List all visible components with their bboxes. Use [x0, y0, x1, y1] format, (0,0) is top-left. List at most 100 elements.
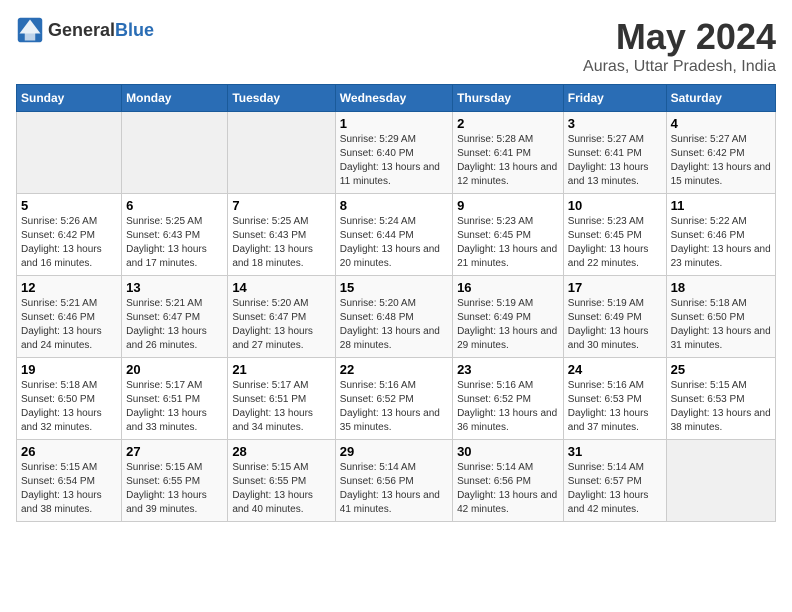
calendar-day-cell: 31Sunrise: 5:14 AMSunset: 6:57 PMDayligh… [563, 440, 666, 522]
day-info: Sunrise: 5:28 AMSunset: 6:41 PMDaylight:… [457, 133, 559, 189]
day-number: 3 [568, 116, 662, 131]
day-info: Sunrise: 5:27 AMSunset: 6:42 PMDaylight:… [671, 133, 771, 189]
logo: GeneralBlue [16, 16, 154, 44]
calendar-day-cell: 23 Sunrise: 5:16 AMSunset: 6:52 PMDayligh… [453, 358, 564, 440]
calendar-day-cell: 5 Sunrise: 5:26 AMSunset: 6:42 PMDaylight… [17, 194, 122, 276]
day-info: Sunrise: 5:26 AMSunset: 6:42 PMDaylight:… [21, 215, 117, 271]
day-number: 1 [340, 116, 448, 131]
day-info: Sunrise: 5:18 AMSunset: 6:50 PMDaylight:… [21, 379, 117, 435]
day-number: 5 [21, 198, 117, 213]
calendar-day-cell: 2 Sunrise: 5:28 AMSunset: 6:41 PMDaylight… [453, 112, 564, 194]
logo-text: GeneralBlue [48, 20, 154, 41]
calendar-day-cell: 10Sunrise: 5:23 AMSunset: 6:45 PMDayligh… [563, 194, 666, 276]
logo-icon [16, 16, 44, 44]
day-number: 4 [671, 116, 771, 131]
calendar-day-cell: 19 Sunrise: 5:18 AMSunset: 6:50 PMDayligh… [17, 358, 122, 440]
day-number: 24 [568, 362, 662, 377]
day-number: 30 [457, 444, 559, 459]
day-number: 6 [126, 198, 223, 213]
calendar-day-cell: 7 Sunrise: 5:25 AMSunset: 6:43 PMDaylight… [228, 194, 335, 276]
day-info: Sunrise: 5:17 AMSunset: 6:51 PMDaylight:… [126, 379, 223, 435]
day-info: Sunrise: 5:16 AMSunset: 6:52 PMDaylight:… [457, 379, 559, 435]
day-number: 9 [457, 198, 559, 213]
day-number: 23 [457, 362, 559, 377]
calendar-day-cell: 14Sunrise: 5:20 AMSunset: 6:47 PMDayligh… [228, 276, 335, 358]
calendar-day-cell [666, 440, 775, 522]
day-number: 16 [457, 280, 559, 295]
calendar-week-row: 12 Sunrise: 5:21 AMSunset: 6:46 PMDayligh… [17, 276, 776, 358]
day-number: 19 [21, 362, 117, 377]
day-number: 11 [671, 198, 771, 213]
calendar-day-cell: 29 Sunrise: 5:14 AMSunset: 6:56 PMDayligh… [335, 440, 452, 522]
header: GeneralBlue May 2024 Auras, Uttar Prades… [16, 16, 776, 76]
calendar-day-cell: 30 Sunrise: 5:14 AMSunset: 6:56 PMDayligh… [453, 440, 564, 522]
day-info: Sunrise: 5:20 AMSunset: 6:48 PMDaylight:… [340, 297, 448, 353]
day-info: Sunrise: 5:19 AMSunset: 6:49 PMDaylight:… [457, 297, 559, 353]
calendar-day-cell: 3 Sunrise: 5:27 AMSunset: 6:41 PMDaylight… [563, 112, 666, 194]
day-number: 8 [340, 198, 448, 213]
day-info: Sunrise: 5:29 AMSunset: 6:40 PMDaylight:… [340, 133, 448, 189]
day-number: 7 [232, 198, 330, 213]
calendar-day-cell: 28Sunrise: 5:15 AMSunset: 6:55 PMDayligh… [228, 440, 335, 522]
weekday-header: Wednesday [335, 85, 452, 112]
logo-general: General [48, 20, 115, 40]
day-info: Sunrise: 5:23 AMSunset: 6:45 PMDaylight:… [457, 215, 559, 271]
day-info: Sunrise: 5:16 AMSunset: 6:53 PMDaylight:… [568, 379, 662, 435]
calendar-day-cell: 20 Sunrise: 5:17 AMSunset: 6:51 PMDayligh… [122, 358, 228, 440]
day-info: Sunrise: 5:19 AMSunset: 6:49 PMDaylight:… [568, 297, 662, 353]
day-number: 12 [21, 280, 117, 295]
day-number: 22 [340, 362, 448, 377]
day-info: Sunrise: 5:21 AMSunset: 6:46 PMDaylight:… [21, 297, 117, 353]
day-number: 31 [568, 444, 662, 459]
calendar-table: SundayMondayTuesdayWednesdayThursdayFrid… [16, 84, 776, 522]
day-number: 26 [21, 444, 117, 459]
day-info: Sunrise: 5:15 AMSunset: 6:53 PMDaylight:… [671, 379, 771, 435]
calendar-day-cell [122, 112, 228, 194]
day-number: 21 [232, 362, 330, 377]
day-info: Sunrise: 5:25 AMSunset: 6:43 PMDaylight:… [232, 215, 330, 271]
day-info: Sunrise: 5:25 AMSunset: 6:43 PMDaylight:… [126, 215, 223, 271]
calendar-day-cell: 22Sunrise: 5:16 AMSunset: 6:52 PMDayligh… [335, 358, 452, 440]
day-number: 20 [126, 362, 223, 377]
day-info: Sunrise: 5:14 AMSunset: 6:56 PMDaylight:… [457, 461, 559, 517]
weekday-header: Tuesday [228, 85, 335, 112]
day-info: Sunrise: 5:15 AMSunset: 6:54 PMDaylight:… [21, 461, 117, 517]
day-info: Sunrise: 5:15 AMSunset: 6:55 PMDaylight:… [232, 461, 330, 517]
calendar-day-cell [228, 112, 335, 194]
calendar-day-cell: 4 Sunrise: 5:27 AMSunset: 6:42 PMDaylight… [666, 112, 775, 194]
calendar-day-cell: 12 Sunrise: 5:21 AMSunset: 6:46 PMDayligh… [17, 276, 122, 358]
calendar-day-cell: 1 Sunrise: 5:29 AMSunset: 6:40 PMDaylight… [335, 112, 452, 194]
day-info: Sunrise: 5:15 AMSunset: 6:55 PMDaylight:… [126, 461, 223, 517]
calendar-day-cell: 16 Sunrise: 5:19 AMSunset: 6:49 PMDayligh… [453, 276, 564, 358]
weekday-header: Friday [563, 85, 666, 112]
calendar-day-cell: 27Sunrise: 5:15 AMSunset: 6:55 PMDayligh… [122, 440, 228, 522]
calendar-day-cell: 13Sunrise: 5:21 AMSunset: 6:47 PMDayligh… [122, 276, 228, 358]
calendar-day-cell: 26 Sunrise: 5:15 AMSunset: 6:54 PMDayligh… [17, 440, 122, 522]
weekday-header: Thursday [453, 85, 564, 112]
calendar-week-row: 1 Sunrise: 5:29 AMSunset: 6:40 PMDaylight… [17, 112, 776, 194]
day-number: 2 [457, 116, 559, 131]
calendar-day-cell: 9 Sunrise: 5:23 AMSunset: 6:45 PMDaylight… [453, 194, 564, 276]
day-number: 29 [340, 444, 448, 459]
day-info: Sunrise: 5:22 AMSunset: 6:46 PMDaylight:… [671, 215, 771, 271]
calendar-day-cell: 18 Sunrise: 5:18 AMSunset: 6:50 PMDayligh… [666, 276, 775, 358]
logo-blue: Blue [115, 20, 154, 40]
calendar-day-cell: 25 Sunrise: 5:15 AMSunset: 6:53 PMDayligh… [666, 358, 775, 440]
calendar-day-cell [17, 112, 122, 194]
calendar-day-cell: 21 Sunrise: 5:17 AMSunset: 6:51 PMDayligh… [228, 358, 335, 440]
day-info: Sunrise: 5:14 AMSunset: 6:56 PMDaylight:… [340, 461, 448, 517]
weekday-header: Sunday [17, 85, 122, 112]
day-info: Sunrise: 5:21 AMSunset: 6:47 PMDaylight:… [126, 297, 223, 353]
day-info: Sunrise: 5:27 AMSunset: 6:41 PMDaylight:… [568, 133, 662, 189]
weekday-header: Saturday [666, 85, 775, 112]
day-info: Sunrise: 5:20 AMSunset: 6:47 PMDaylight:… [232, 297, 330, 353]
day-number: 25 [671, 362, 771, 377]
weekday-header: Monday [122, 85, 228, 112]
subtitle: Auras, Uttar Pradesh, India [583, 58, 776, 76]
day-info: Sunrise: 5:17 AMSunset: 6:51 PMDaylight:… [232, 379, 330, 435]
calendar-week-row: 26 Sunrise: 5:15 AMSunset: 6:54 PMDayligh… [17, 440, 776, 522]
day-number: 18 [671, 280, 771, 295]
day-number: 10 [568, 198, 662, 213]
calendar-day-cell: 24 Sunrise: 5:16 AMSunset: 6:53 PMDayligh… [563, 358, 666, 440]
day-info: Sunrise: 5:18 AMSunset: 6:50 PMDaylight:… [671, 297, 771, 353]
